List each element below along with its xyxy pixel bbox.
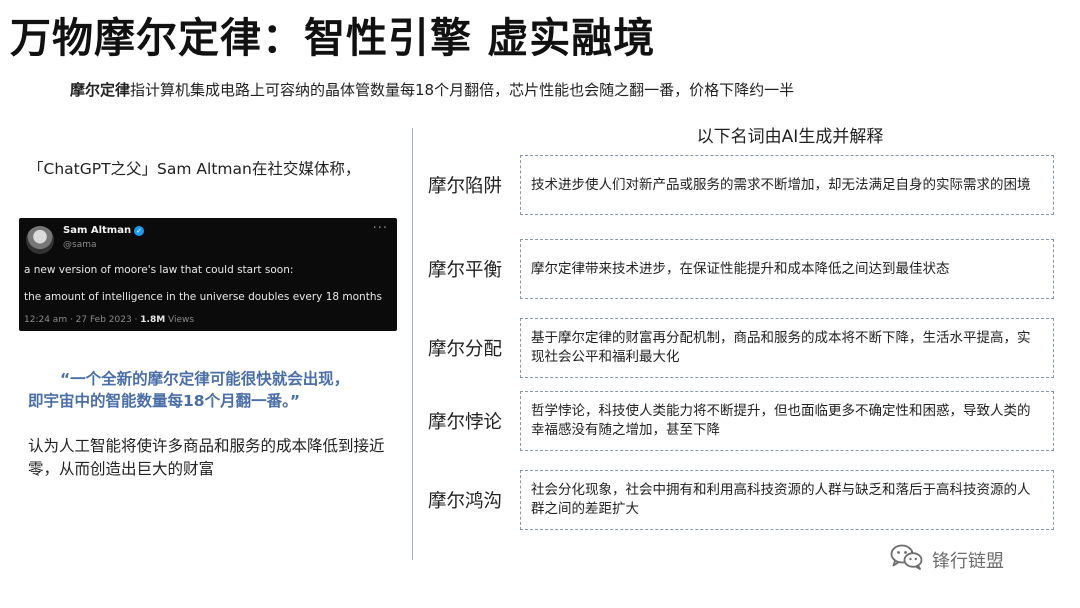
tweet-time: 12:24 am · 27 Feb 2023 · [24, 315, 141, 325]
tweet-text-line2: the amount of intelligence in the univer… [24, 291, 382, 303]
definition-text: 指计算机集成电路上可容纳的晶体管数量每18个月翻倍，芯片性能也会随之翻一番，价格… [130, 81, 795, 99]
tweet-meta: 12:24 am · 27 Feb 2023 · 1.8M Views [24, 315, 194, 325]
verified-badge-icon: ✓ [134, 226, 145, 236]
wechat-icon [890, 544, 924, 575]
conclusion-text: 认为人工智能将使许多商品和服务的成本降低到接近零，从而创造出巨大的财富 [28, 437, 385, 478]
term-name: 摩尔悖论 [428, 412, 503, 433]
definition-term: 摩尔定律 [70, 81, 131, 99]
quote-line2: 即宇宙中的智能数量每18个月翻一番。” [28, 392, 301, 410]
term-row-moore-trap: 摩尔陷阱 技术进步使人们对新产品或服务的需求不断增加，却无法满足自身的实际需求的… [428, 155, 1058, 215]
avatar [26, 226, 54, 254]
term-row-moore-paradox: 摩尔悖论 哲学悖论，科技使人类能力将不断提升，但也面临更多不确定性和困惑，导致人… [428, 391, 1058, 451]
tweet-views-label: Views [165, 315, 195, 325]
definition-line: 摩尔定律指计算机集成电路上可容纳的晶体管数量每18个月翻倍，芯片性能也会随之翻一… [70, 79, 794, 100]
tweet-author-name: Sam Altman [63, 225, 132, 236]
term-row-moore-divide: 摩尔鸿沟 社会分化现象，社会中拥有和利用高科技资源的人群与缺乏和落后于高科技资源… [428, 470, 1058, 530]
more-options-icon: ··· [372, 221, 388, 236]
term-description: 技术进步使人们对新产品或服务的需求不断增加，却无法满足自身的实际需求的困境 [520, 155, 1054, 215]
watermark: 锋行链盟 [890, 544, 1004, 575]
quote-block: “一个全新的摩尔定律可能很快就会出现， 即宇宙中的智能数量每18个月翻一番。” [28, 368, 398, 412]
slide-title: 万物摩尔定律：智性引擎 虚实融境 [10, 14, 656, 62]
watermark-text: 锋行链盟 [932, 550, 1004, 572]
tweet-views-count: 1.8M [140, 315, 166, 325]
term-description: 社会分化现象，社会中拥有和利用高科技资源的人群与缺乏和落后于高科技资源的人群之间… [520, 470, 1054, 530]
term-description: 基于摩尔定律的财富再分配机制，商品和服务的成本将不断下降，生活水平提高，实现社会… [520, 318, 1054, 378]
quote-line1: “一个全新的摩尔定律可能很快就会出现， [60, 370, 350, 388]
intro-text: 「ChatGPT之父」Sam Altman在社交媒体称， [28, 160, 361, 178]
term-description: 摩尔定律带来技术进步，在保证性能提升和成本降低之间达到最佳状态 [520, 239, 1054, 299]
term-row-moore-balance: 摩尔平衡 摩尔定律带来技术进步，在保证性能提升和成本降低之间达到最佳状态 [428, 239, 1058, 299]
term-name: 摩尔鸿沟 [428, 491, 503, 512]
term-description: 哲学悖论，科技使人类能力将不断提升，但也面临更多不确定性和困惑，导致人类的幸福感… [520, 391, 1054, 451]
term-name: 摩尔分配 [428, 339, 503, 360]
term-row-moore-distribution: 摩尔分配 基于摩尔定律的财富再分配机制，商品和服务的成本将不断下降，生活水平提高… [428, 318, 1058, 378]
column-divider [412, 128, 413, 560]
tweet-text-line1: a new version of moore's law that could … [24, 264, 294, 276]
tweet-handle: @sama [63, 240, 97, 250]
term-name: 摩尔陷阱 [428, 176, 503, 197]
term-name: 摩尔平衡 [428, 260, 503, 281]
terms-header: 以下名词由AI生成并解释 [696, 127, 884, 147]
tweet-screenshot: Sam Altman ✓ @sama ··· a new version of m… [19, 218, 397, 331]
tweet-author: Sam Altman ✓ [63, 225, 145, 236]
